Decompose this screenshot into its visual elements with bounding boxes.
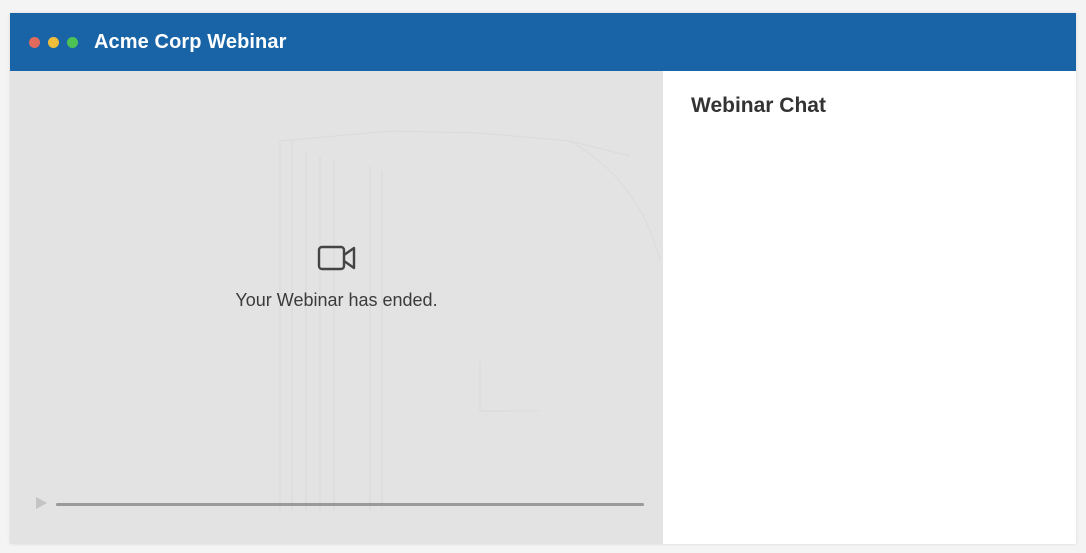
webinar-window: Acme Corp Webinar Your Webinar has ended…	[10, 13, 1076, 544]
playback-progress-bar[interactable]	[56, 503, 644, 506]
window-controls	[29, 36, 86, 48]
play-icon[interactable]	[34, 496, 48, 510]
maximize-window-button[interactable]	[67, 36, 78, 48]
window-title: Acme Corp Webinar	[94, 30, 287, 53]
close-window-button[interactable]	[29, 36, 40, 48]
webinar-ended-text: Your Webinar has ended.	[235, 290, 438, 310]
video-player: Your Webinar has ended.	[10, 71, 663, 544]
playback-progress-fill	[56, 503, 644, 506]
video-camera-icon	[317, 245, 355, 271]
minimize-window-button[interactable]	[48, 36, 59, 48]
chat-panel: Webinar Chat	[663, 71, 1076, 544]
webinar-ended-message: Your Webinar has ended.	[10, 241, 663, 311]
title-bar: Acme Corp Webinar	[10, 13, 1076, 71]
chat-title: Webinar Chat	[691, 94, 826, 117]
